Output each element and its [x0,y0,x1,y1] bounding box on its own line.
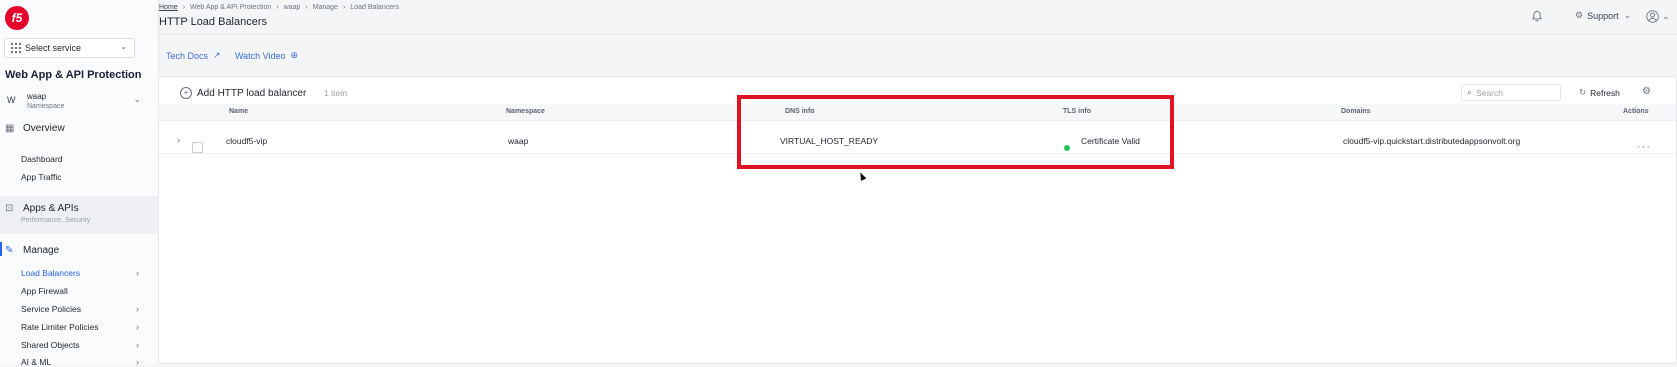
sidebar-item-dashboard[interactable]: Dashboard [21,154,139,164]
refresh-label: Refresh [1590,87,1620,98]
chevron-down-icon: ⌄ [133,94,141,104]
nav-section-apps-header[interactable]: ⊡ Apps & APIs [5,203,79,214]
sidebar-item-label: Shared Objects [21,340,80,350]
chevron-down-icon: ⌄ [1623,10,1632,20]
apps-subtitle: Performance, Security [21,217,91,224]
column-header-actions: Actions [1623,108,1649,115]
more-actions-icon[interactable]: ··· [1637,141,1651,153]
play-circle-icon: ⊕ [290,50,299,60]
user-menu[interactable]: ⌄ [1646,10,1670,23]
active-section-indicator [0,242,2,256]
page-title: HTTP Load Balancers [159,16,268,28]
tech-docs-label: Tech Docs [166,50,209,61]
watch-video-label: Watch Video [235,50,286,61]
chevron-right-icon: › [136,357,139,367]
chevron-right-icon: › [276,4,279,11]
breadcrumb-home-link[interactable]: Home [159,4,178,11]
breadcrumb-item[interactable]: waap [284,4,301,11]
column-header-namespace[interactable]: Namespace [506,108,545,115]
sidebar-item-label: Service Policies [21,304,81,314]
cell-name[interactable]: cloudf5-vip [226,136,267,146]
namespace-selector[interactable]: W waap Namespace ⌄ [5,92,141,114]
sidebar-item-app-traffic[interactable]: App Traffic [21,172,139,182]
f5-logo[interactable]: f5 [5,6,29,30]
sidebar-item-ai-ml[interactable]: AI & ML › [21,357,139,367]
sidebar-item-shared-objects[interactable]: Shared Objects › [21,340,139,350]
cell-namespace: waap [508,136,529,146]
cell-domains[interactable]: cloudf5-vip.quickstart.distributedappson… [1343,136,1520,146]
chevron-right-icon: › [136,268,139,278]
sidebar-item-rate-limiter-policies[interactable]: Rate Limiter Policies › [21,322,139,332]
service-title: Web App & API Protection [5,69,142,81]
watch-video-link[interactable]: Watch Video ⊕ [235,50,298,61]
user-avatar-icon [1646,10,1659,23]
chevron-right-icon: › [136,304,139,314]
namespace-name: waap [27,92,47,101]
support-menu[interactable]: ⚙ Support ⌄ [1575,10,1631,21]
chevron-right-icon: › [182,4,186,11]
nav-section-label: Manage [23,245,60,256]
refresh-icon: ↻ [1579,87,1587,97]
apps-icon: ⊡ [5,203,14,214]
nav-section-overview[interactable]: ▦ Overview [5,123,65,134]
nav-section-label: Apps & APIs [23,203,79,214]
namespace-avatar: W [7,95,16,105]
support-icon: ⚙ [1575,10,1584,20]
plus-circle-icon: + [180,87,192,99]
breadcrumb-item[interactable]: Manage [313,4,338,11]
search-placeholder: Search [1476,87,1503,98]
header-divider [158,34,1677,35]
search-icon: ⌕ [1467,87,1473,97]
select-service-dropdown[interactable]: Select service ⌄ [4,38,135,58]
add-http-load-balancer-button[interactable]: + Add HTTP load balancer [180,87,306,99]
wrench-icon: ✎ [5,245,14,256]
sidebar-item-load-balancers[interactable]: Load Balancers › [21,268,139,278]
sidebar-item-label: Rate Limiter Policies [21,322,99,332]
refresh-button[interactable]: ↻ Refresh [1579,87,1620,98]
sidebar-item-label: AI & ML [21,357,52,367]
chevron-down-icon: ⌄ [1662,11,1670,21]
sidebar-item-service-policies[interactable]: Service Policies › [21,304,139,314]
breadcrumb: Home › Web App & API Protection › waap ›… [159,4,399,11]
chevron-right-icon: › [342,4,346,11]
chevron-right-icon: › [136,340,139,350]
logo-text: f5 [11,11,23,25]
sidebar: f5 Select service ⌄ Web App & API Protec… [0,0,159,367]
nav-section-label: Overview [23,123,65,134]
item-count: 1 item [324,88,348,98]
search-input[interactable]: ⌕ Search [1461,84,1561,101]
add-button-label: Add HTTP load balancer [197,87,307,99]
column-header-domains[interactable]: Domains [1341,108,1371,115]
breadcrumb-item[interactable]: Web App & API Protection [190,4,271,11]
grid-icon [11,43,21,53]
column-header-name[interactable]: Name [229,108,248,115]
breadcrumb-item: Load Balancers [350,4,399,11]
chevron-right-icon: › [136,322,139,332]
row-checkbox[interactable] [192,142,203,153]
nav-section-apps-apis[interactable] [0,196,158,234]
highlight-annotation-box [737,95,1174,169]
expand-row-icon[interactable]: › [177,135,180,145]
sidebar-item-label: App Firewall [21,286,68,296]
sidebar-item-app-firewall[interactable]: App Firewall [21,286,139,296]
overview-icon: ▦ [5,123,15,134]
sidebar-item-label: Load Balancers [21,268,81,278]
chevron-down-icon: ⌄ [120,42,127,51]
nav-section-manage[interactable]: ✎ Manage [5,245,59,256]
namespace-label: Namespace [27,103,65,110]
tech-docs-link[interactable]: Tech Docs ↗ [166,50,221,61]
support-label: Support [1587,10,1619,21]
bell-icon[interactable] [1531,10,1543,22]
chevron-right-icon: › [305,4,308,11]
select-service-label: Select service [25,43,82,53]
external-link-icon: ↗ [213,50,221,60]
gear-icon[interactable]: ⚙ [1642,86,1651,97]
